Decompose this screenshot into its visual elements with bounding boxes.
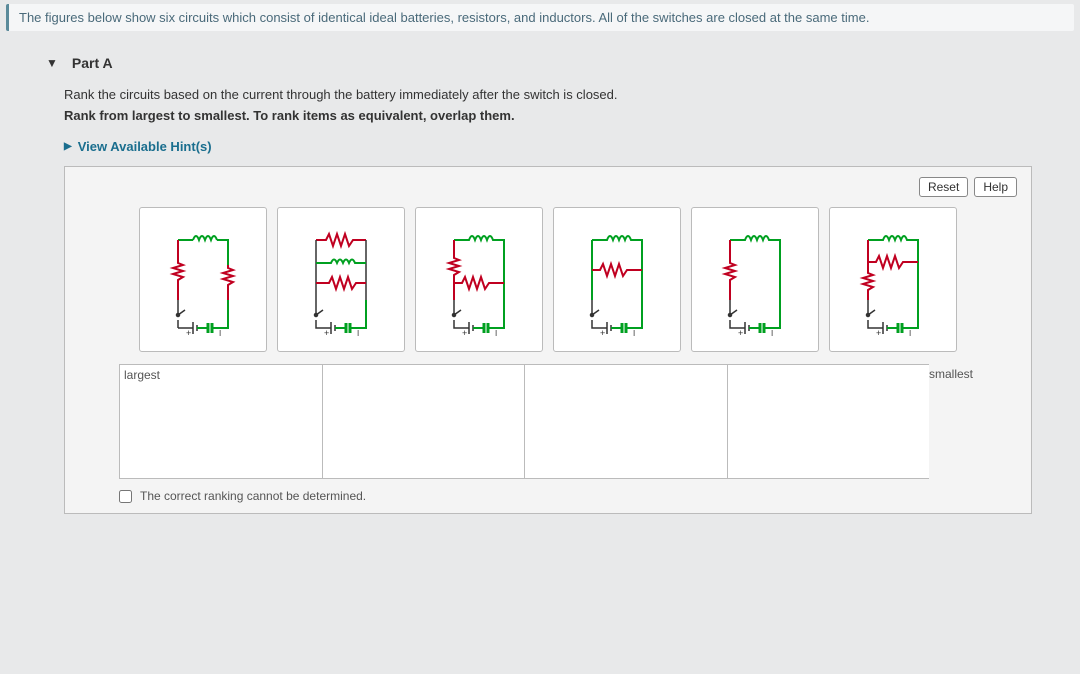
rank-bin-1[interactable]: largest — [119, 364, 322, 479]
largest-label: largest — [124, 368, 160, 382]
chevron-right-icon: ▶ — [64, 141, 72, 152]
help-button[interactable]: Help — [974, 177, 1017, 197]
svg-text:+: + — [600, 328, 605, 338]
circuits-row: + I — [79, 207, 1017, 352]
circuit-tile-5[interactable]: + I — [691, 207, 819, 352]
svg-text:I: I — [357, 329, 359, 338]
circuit-tile-3[interactable]: + I — [415, 207, 543, 352]
rank-bin-3[interactable] — [524, 364, 727, 479]
instruction-2: Rank from largest to smallest. To rank i… — [64, 108, 1032, 123]
svg-text:I: I — [495, 329, 497, 338]
svg-text:I: I — [771, 329, 773, 338]
caret-down-icon: ▼ — [46, 56, 58, 70]
svg-text:+: + — [462, 328, 467, 338]
rank-bin-2[interactable] — [322, 364, 525, 479]
circuit-tile-1[interactable]: + I — [139, 207, 267, 352]
svg-text:+: + — [324, 328, 329, 338]
svg-text:I: I — [219, 329, 221, 338]
view-hints-link[interactable]: ▶ View Available Hint(s) — [64, 139, 212, 154]
ranking-widget: Reset Help — [64, 166, 1032, 514]
svg-text:+: + — [186, 328, 191, 338]
svg-text:+: + — [876, 328, 881, 338]
problem-statement: The figures below show six circuits whic… — [6, 4, 1074, 31]
part-toggle[interactable]: ▼ Part A — [0, 31, 1080, 87]
cannot-determine-label: The correct ranking cannot be determined… — [140, 489, 366, 503]
svg-text:+: + — [738, 328, 743, 338]
smallest-label: smallest — [929, 364, 977, 479]
circuit-tile-6[interactable]: + I — [829, 207, 957, 352]
svg-text:I: I — [633, 329, 635, 338]
cannot-determine-checkbox[interactable] — [119, 490, 132, 503]
instruction-1: Rank the circuits based on the current t… — [64, 87, 1032, 102]
hints-label: View Available Hint(s) — [78, 139, 212, 154]
reset-button[interactable]: Reset — [919, 177, 968, 197]
rank-bin-4[interactable] — [727, 364, 930, 479]
part-label: Part A — [72, 55, 113, 71]
circuit-tile-4[interactable]: + I — [553, 207, 681, 352]
ranking-bins[interactable]: largest smallest — [79, 364, 1017, 479]
circuit-tile-2[interactable]: + I — [277, 207, 405, 352]
svg-text:I: I — [909, 329, 911, 338]
